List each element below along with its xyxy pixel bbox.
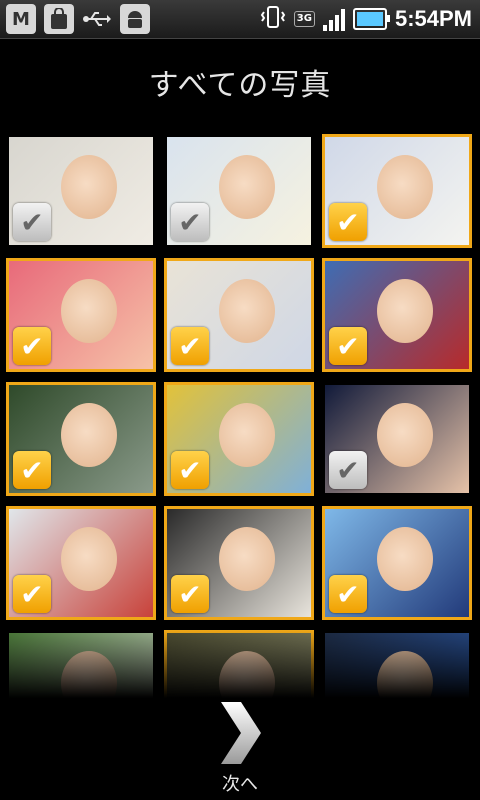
baby-face (61, 155, 117, 219)
bottom-fade (0, 630, 480, 710)
system-icons: 3G 5:54PM (260, 4, 472, 34)
shopping-bag-icon (44, 4, 74, 34)
baby-face (377, 279, 433, 343)
android-debug-icon (120, 4, 150, 34)
next-button[interactable]: 次へ (200, 700, 280, 800)
notification-icons: M (6, 4, 150, 34)
photo-grid: ✔ ✔ ✔ ✔ ✔ ✔ ✔ ✔ ✔ ✔ ✔ ✔ (6, 134, 476, 700)
usb-icon (82, 4, 112, 34)
photo-thumbnail[interactable]: ✔ (164, 258, 314, 372)
checkmark-icon[interactable]: ✔ (171, 575, 209, 613)
baby-face (219, 527, 275, 591)
battery-icon (352, 8, 390, 30)
baby-face (219, 403, 275, 467)
baby-face (61, 403, 117, 467)
photo-thumbnail[interactable]: ✔ (164, 506, 314, 620)
chevron-right-icon (215, 700, 265, 766)
baby-face (61, 527, 117, 591)
checkmark-icon[interactable]: ✔ (171, 327, 209, 365)
checkmark-icon[interactable]: ✔ (329, 203, 367, 241)
3g-icon: 3G (293, 11, 315, 27)
photo-thumbnail[interactable]: ✔ (6, 258, 156, 372)
checkmark-icon[interactable]: ✔ (171, 203, 209, 241)
photo-thumbnail[interactable]: ✔ (6, 506, 156, 620)
checkmark-icon[interactable]: ✔ (171, 451, 209, 489)
photo-thumbnail[interactable]: ✔ (322, 258, 472, 372)
checkmark-icon[interactable]: ✔ (329, 327, 367, 365)
baby-face (377, 403, 433, 467)
baby-face (219, 279, 275, 343)
baby-face (61, 279, 117, 343)
status-time: 5:54PM (394, 6, 472, 31)
photo-thumbnail[interactable]: ✔ (164, 134, 314, 248)
photo-thumbnail[interactable]: ✔ (164, 382, 314, 496)
photo-thumbnail[interactable]: ✔ (6, 134, 156, 248)
checkmark-icon[interactable]: ✔ (13, 451, 51, 489)
checkmark-icon[interactable]: ✔ (13, 203, 51, 241)
photo-thumbnail[interactable]: ✔ (322, 134, 472, 248)
baby-face (377, 155, 433, 219)
checkmark-icon[interactable]: ✔ (329, 575, 367, 613)
signal-icon (322, 7, 345, 31)
photo-thumbnail[interactable]: ✔ (322, 382, 472, 496)
next-button-label: 次へ (222, 774, 258, 795)
vibrate-icon (260, 4, 286, 34)
checkmark-icon[interactable]: ✔ (13, 575, 51, 613)
gmail-icon: M (6, 4, 36, 34)
checkmark-icon[interactable]: ✔ (329, 451, 367, 489)
baby-face (377, 527, 433, 591)
photo-thumbnail[interactable]: ✔ (322, 506, 472, 620)
status-bar: M 3G 5:54PM (0, 0, 480, 39)
page-title: すべての写真 (148, 68, 332, 103)
baby-face (219, 155, 275, 219)
photo-thumbnail[interactable]: ✔ (6, 382, 156, 496)
checkmark-icon[interactable]: ✔ (13, 327, 51, 365)
